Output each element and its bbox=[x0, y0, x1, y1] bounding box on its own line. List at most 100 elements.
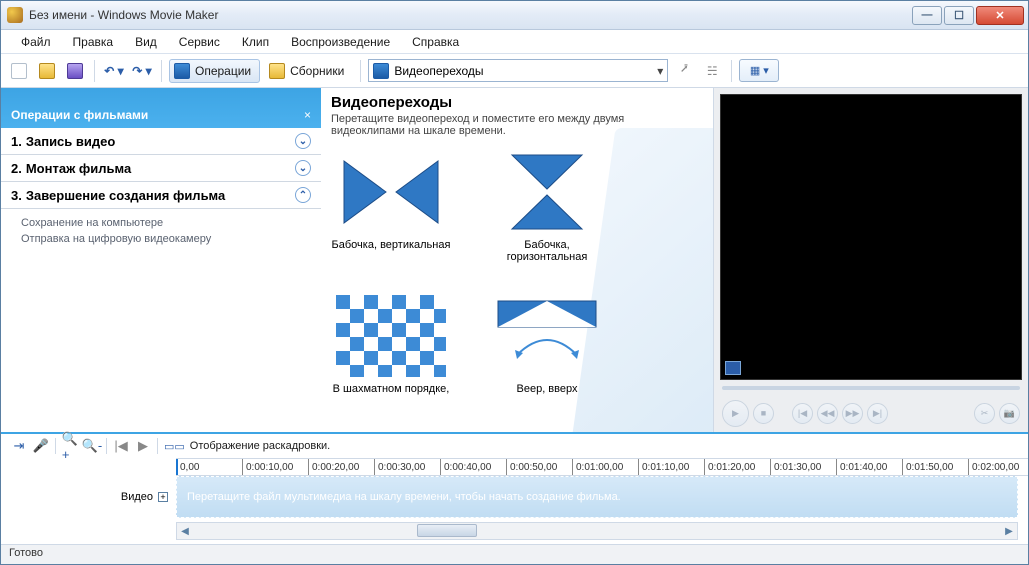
new-icon bbox=[11, 63, 27, 79]
redo-button[interactable]: ↷ ▾ bbox=[130, 59, 154, 83]
task-pane-close-icon[interactable]: × bbox=[304, 108, 311, 122]
location-combo[interactable]: Видеопереходы ▾ bbox=[368, 59, 668, 82]
main-area: Операции с фильмами × 1. Запись видео ⌄ … bbox=[1, 88, 1028, 434]
expand-track-icon[interactable]: + bbox=[158, 492, 168, 502]
content-title: Видеопереходы bbox=[331, 94, 703, 111]
preview-pane: ▶ ■ |◀ ◀◀ ▶▶ ▶| ✂ 📷 bbox=[713, 88, 1028, 432]
scroll-right-icon[interactable]: ▶ bbox=[1001, 523, 1017, 539]
tasks-icon bbox=[174, 63, 190, 79]
stop-button[interactable]: ■ bbox=[753, 403, 774, 424]
zoom-in-icon[interactable]: 🔍+ bbox=[62, 438, 78, 454]
menu-view[interactable]: Вид bbox=[125, 32, 167, 52]
show-storyboard-button[interactable]: ▭▭ Отображение раскадровки. bbox=[164, 440, 330, 453]
collections-icon bbox=[269, 63, 285, 79]
task-finish-movie[interactable]: 3. Завершение создания фильма ⌃ bbox=[1, 182, 321, 209]
open-icon bbox=[39, 63, 55, 79]
ruler-tick: 0:01:30,00 bbox=[770, 459, 836, 475]
ruler-tick: 0:02:00,00 bbox=[968, 459, 1028, 475]
transitions-icon bbox=[373, 63, 389, 79]
nav-up-button[interactable]: ⭷ bbox=[672, 59, 696, 83]
prev-button[interactable]: |◀ bbox=[792, 403, 813, 424]
undo-button[interactable]: ↶ ▾ bbox=[102, 59, 126, 83]
ruler-tick: 0:01:20,00 bbox=[704, 459, 770, 475]
content-pane: Видеопереходы Перетащите видеопереход и … bbox=[321, 88, 713, 432]
new-button[interactable] bbox=[7, 59, 31, 83]
rewind-button[interactable]: ◀◀ bbox=[817, 403, 838, 424]
rewind-timeline-icon[interactable]: |◀ bbox=[113, 438, 129, 454]
ruler-tick: 0:00:20,00 bbox=[308, 459, 374, 475]
close-button[interactable]: ✕ bbox=[976, 6, 1024, 25]
transition-item: Бабочка, горизонтальная bbox=[487, 151, 607, 263]
timeline-toolbar: ⇥ 🎤 🔍+ 🔍- |◀ ▶ ▭▭ Отображение раскадровк… bbox=[1, 434, 1028, 458]
task-pane: Операции с фильмами × 1. Запись видео ⌄ … bbox=[1, 88, 321, 432]
app-icon bbox=[7, 7, 23, 23]
operations-button[interactable]: Операции bbox=[169, 59, 260, 83]
transition-fan-up[interactable] bbox=[492, 295, 602, 377]
zoom-out-icon[interactable]: 🔍- bbox=[84, 438, 100, 454]
transition-item: Веер, вверх bbox=[487, 295, 607, 395]
ruler-tick: 0:00:50,00 bbox=[506, 459, 572, 475]
menu-clip[interactable]: Клип bbox=[232, 32, 279, 52]
play-timeline-icon[interactable]: ▶ bbox=[135, 438, 151, 454]
transition-butterfly-horizontal[interactable] bbox=[492, 151, 602, 233]
video-track: Видео + Перетащите файл мультимедиа на ш… bbox=[1, 476, 1028, 518]
forward-button[interactable]: ▶▶ bbox=[842, 403, 863, 424]
menu-service[interactable]: Сервис bbox=[169, 32, 230, 52]
window-title: Без имени - Windows Movie Maker bbox=[29, 8, 912, 22]
snapshot-button[interactable]: 📷 bbox=[999, 403, 1020, 424]
save-icon bbox=[67, 63, 83, 79]
scroll-left-icon[interactable]: ◀ bbox=[177, 523, 193, 539]
timeline-ruler[interactable]: 0,000:00:10,000:00:20,000:00:30,000:00:4… bbox=[176, 458, 1028, 476]
transition-item: Бабочка, вертикальная bbox=[331, 151, 451, 263]
fullscreen-button[interactable] bbox=[725, 361, 741, 375]
ruler-tick: 0:01:10,00 bbox=[638, 459, 704, 475]
open-button[interactable] bbox=[35, 59, 59, 83]
transition-checkerboard[interactable] bbox=[336, 295, 446, 377]
timeline-pane: ⇥ 🎤 🔍+ 🔍- |◀ ▶ ▭▭ Отображение раскадровк… bbox=[1, 434, 1028, 544]
ruler-tick: 0:00:10,00 bbox=[242, 459, 308, 475]
menu-edit[interactable]: Правка bbox=[63, 32, 124, 52]
content-description: Перетащите видеопереход и поместите его … bbox=[331, 113, 631, 137]
maximize-button[interactable]: ☐ bbox=[944, 6, 974, 25]
video-track-label: Видео + bbox=[1, 476, 176, 518]
timeline-scrollbar[interactable]: ◀ ▶ bbox=[176, 522, 1018, 540]
seek-bar[interactable] bbox=[722, 386, 1020, 390]
task-capture-video[interactable]: 1. Запись видео ⌄ bbox=[1, 128, 321, 155]
ruler-tick: 0:00:40,00 bbox=[440, 459, 506, 475]
chevron-down-icon[interactable]: ▾ bbox=[657, 64, 663, 78]
save-button[interactable] bbox=[63, 59, 87, 83]
timeline-narrate-icon[interactable]: 🎤 bbox=[33, 438, 49, 454]
player-controls: ▶ ■ |◀ ◀◀ ▶▶ ▶| ✂ 📷 bbox=[714, 394, 1028, 432]
menu-playback[interactable]: Воспроизведение bbox=[281, 32, 400, 52]
chevron-down-icon: ⌄ bbox=[295, 160, 311, 176]
collections-button[interactable]: Сборники bbox=[264, 59, 353, 83]
chevron-up-icon: ⌃ bbox=[295, 187, 311, 203]
menubar: Файл Правка Вид Сервис Клип Воспроизведе… bbox=[1, 30, 1028, 54]
split-button[interactable]: ✂ bbox=[974, 403, 995, 424]
view-mode-button[interactable]: ▦ ▾ bbox=[739, 59, 779, 82]
preview-monitor bbox=[720, 94, 1022, 380]
play-button[interactable]: ▶ bbox=[722, 400, 749, 427]
task-edit-movie[interactable]: 2. Монтаж фильма ⌄ bbox=[1, 155, 321, 182]
task-send-to-camera[interactable]: Отправка на цифровую видеокамеру bbox=[1, 231, 321, 247]
thumbnails-icon: ▦ bbox=[750, 64, 760, 77]
menu-help[interactable]: Справка bbox=[402, 32, 469, 52]
nav-props-button[interactable]: ☵ bbox=[700, 59, 724, 83]
titlebar: Без имени - Windows Movie Maker — ☐ ✕ bbox=[1, 1, 1028, 30]
scroll-thumb[interactable] bbox=[417, 524, 477, 537]
ruler-tick: 0:00:30,00 bbox=[374, 459, 440, 475]
app-window: Без имени - Windows Movie Maker — ☐ ✕ Фа… bbox=[0, 0, 1029, 565]
minimize-button[interactable]: — bbox=[912, 6, 942, 25]
storyboard-icon: ▭▭ bbox=[164, 440, 185, 453]
chevron-down-icon: ⌄ bbox=[295, 133, 311, 149]
ruler-tick: 0,00 bbox=[176, 459, 242, 475]
task-save-to-computer[interactable]: Сохранение на компьютере bbox=[1, 215, 321, 231]
next-button[interactable]: ▶| bbox=[867, 403, 888, 424]
ruler-tick: 0:01:40,00 bbox=[836, 459, 902, 475]
ruler-tick: 0:01:00,00 bbox=[572, 459, 638, 475]
video-track-dropzone[interactable]: Перетащите файл мультимедиа на шкалу вре… bbox=[176, 476, 1018, 518]
task-pane-header: Операции с фильмами × bbox=[1, 88, 321, 128]
menu-file[interactable]: Файл bbox=[11, 32, 61, 52]
timeline-nudge-icon[interactable]: ⇥ bbox=[11, 438, 27, 454]
transition-butterfly-vertical[interactable] bbox=[336, 151, 446, 233]
